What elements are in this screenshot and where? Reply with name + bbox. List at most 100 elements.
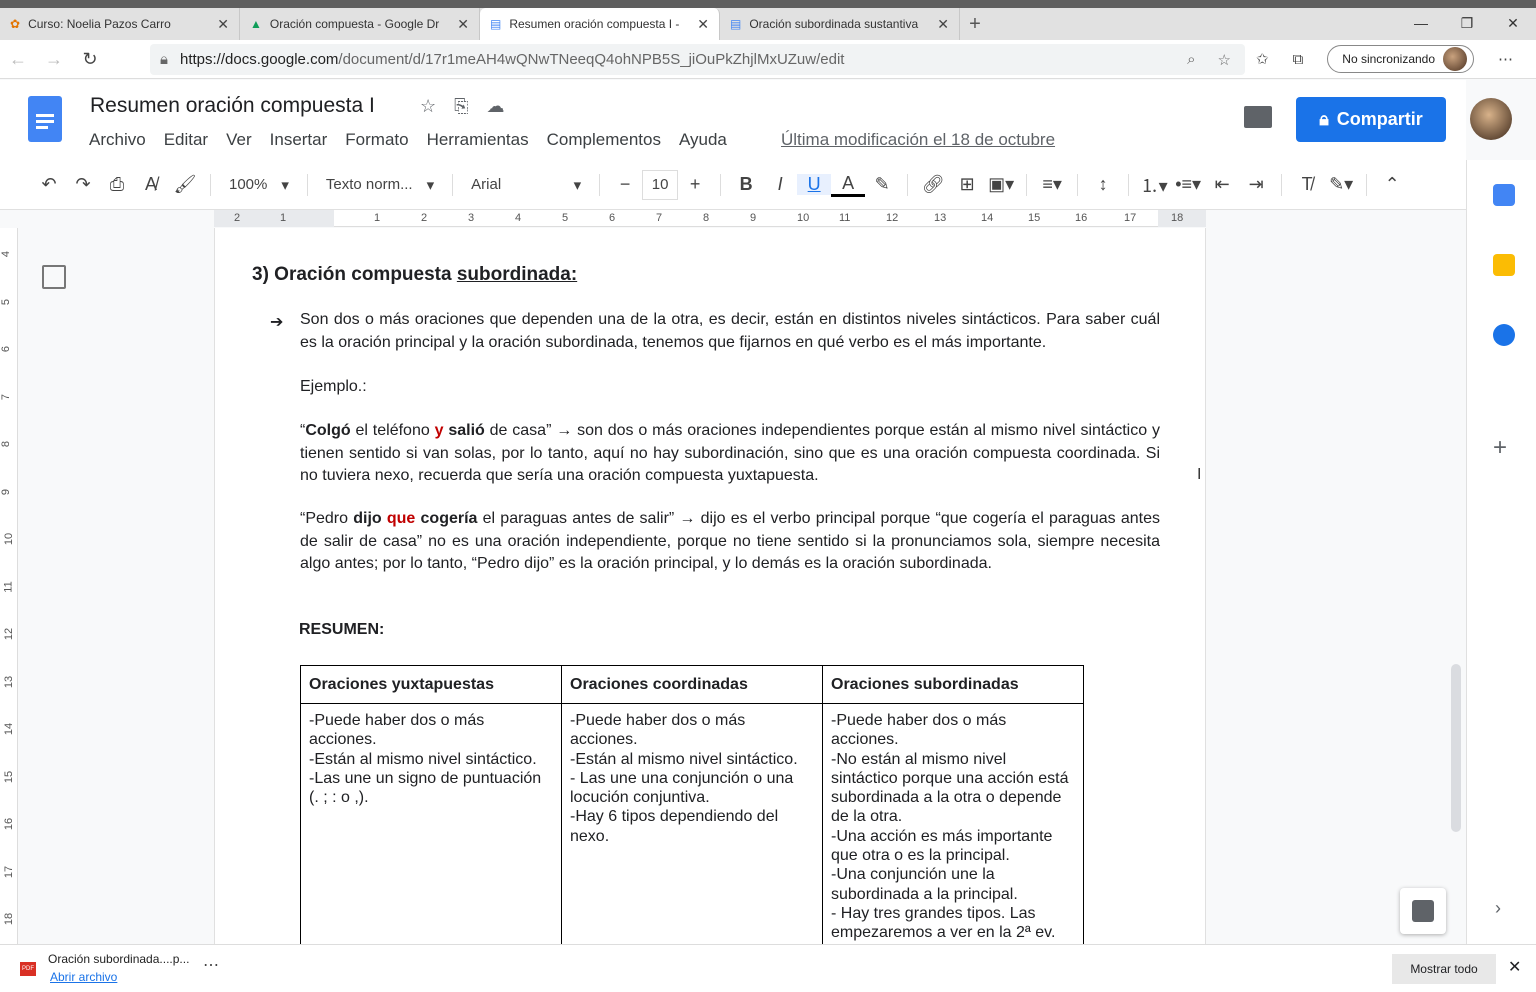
docs-logo-icon[interactable] xyxy=(28,96,62,142)
close-tab-icon[interactable]: ✕ xyxy=(937,16,949,33)
increase-font-icon[interactable]: + xyxy=(678,174,712,195)
zoom-icon[interactable]: ⌕ xyxy=(1187,51,1195,69)
browser-tab[interactable]: ▲ Oración compuesta - Google Dr ✕ xyxy=(240,8,480,40)
align-icon[interactable]: ≡▾ xyxy=(1035,174,1069,195)
editing-mode-icon[interactable]: ✎▾ xyxy=(1324,174,1358,195)
menu-archivo[interactable]: Archivo xyxy=(89,130,146,150)
cloud-saved-icon[interactable]: ☁ xyxy=(487,96,505,117)
spellcheck-icon[interactable]: A̸ xyxy=(134,174,168,195)
browser-tab[interactable]: ✿ Curso: Noelia Pazos Carro ✕ xyxy=(0,8,240,40)
document-page[interactable]: 3) Oración compuesta subordinada: ➔ Son … xyxy=(214,228,1206,944)
close-tab-icon[interactable]: ✕ xyxy=(457,16,469,33)
star-icon[interactable]: ☆ xyxy=(420,96,436,117)
redo-icon[interactable]: ↷ xyxy=(66,174,100,195)
document-outline-icon[interactable] xyxy=(42,265,66,289)
paint-format-icon[interactable]: 🖌︎ xyxy=(168,174,202,195)
window-frame xyxy=(0,0,1536,8)
docs-header: Resumen oración compuesta I ☆ ⎘ ☁ Archivo E… xyxy=(0,80,1512,160)
move-folder-icon[interactable]: ⎘ xyxy=(454,96,468,117)
back-icon[interactable]: ← xyxy=(0,49,36,70)
close-tab-icon[interactable]: ✕ xyxy=(697,16,709,33)
share-button[interactable]: 🔒︎ Compartir xyxy=(1296,97,1446,142)
favorites-icon[interactable]: ✩ xyxy=(1256,50,1269,68)
document-title[interactable]: Resumen oración compuesta I xyxy=(90,94,375,118)
close-tab-icon[interactable]: ✕ xyxy=(217,16,229,33)
show-all-button[interactable]: Mostrar todo xyxy=(1392,954,1496,984)
tasks-icon[interactable] xyxy=(1493,324,1515,346)
collections-icon[interactable]: ⧉ xyxy=(1293,51,1304,68)
explore-button[interactable] xyxy=(1400,888,1446,934)
style-select[interactable]: Texto norm... ▾ xyxy=(316,176,444,194)
scrollbar[interactable] xyxy=(1451,664,1461,832)
menu-insertar[interactable]: Insertar xyxy=(270,130,328,150)
clear-format-icon[interactable]: T̸ xyxy=(1290,174,1324,195)
undo-icon[interactable]: ↶ xyxy=(32,174,66,195)
menu-editar[interactable]: Editar xyxy=(164,130,208,150)
download-filename[interactable]: Oración subordinada....p... xyxy=(48,952,189,966)
browser-tab[interactable]: ▤ Oración subordinada sustantiva ✕ xyxy=(720,8,960,40)
drive-icon: ▲ xyxy=(250,17,262,31)
profile-button[interactable]: No sincronizando xyxy=(1327,45,1475,73)
menu-ver[interactable]: Ver xyxy=(226,130,252,150)
last-modified-link[interactable]: Última modificación el 18 de octubre xyxy=(781,130,1055,150)
comment-icon[interactable]: ⊞ xyxy=(950,174,984,195)
menu-bar: Archivo Editar Ver Insertar Formato Herramien… xyxy=(89,130,727,150)
increase-indent-icon[interactable]: ⇥ xyxy=(1239,174,1273,195)
close-download-bar-icon[interactable]: ✕ xyxy=(1508,957,1521,977)
calendar-icon[interactable] xyxy=(1493,184,1515,206)
ruler-tick-label: 5 xyxy=(0,298,13,305)
menu-formato[interactable]: Formato xyxy=(345,130,408,150)
numbered-list-icon[interactable]: ⒈▾ xyxy=(1137,172,1171,198)
maximize-icon[interactable]: ❐ xyxy=(1444,8,1490,38)
minimize-icon[interactable]: — xyxy=(1398,8,1444,38)
menu-herramientas[interactable]: Herramientas xyxy=(427,130,529,150)
ruler-tick-label: 12 xyxy=(886,212,899,224)
keep-icon[interactable] xyxy=(1493,254,1515,276)
menu-complementos[interactable]: Complementos xyxy=(547,130,661,150)
font-size-input[interactable]: 10 xyxy=(642,169,679,200)
close-window-icon[interactable]: ✕ xyxy=(1490,8,1536,38)
horizontal-ruler[interactable]: 2 1 1 2 3 4 5 6 7 8 9 10 11 12 13 14 15 16 17 18 xyxy=(214,210,1206,227)
download-more-icon[interactable]: ⋯ xyxy=(203,955,219,975)
download-bar: PDF Oración subordinada....p... Abrir ar… xyxy=(0,944,1536,992)
forward-icon[interactable]: → xyxy=(36,49,72,70)
add-addon-icon[interactable]: + xyxy=(1493,434,1507,462)
docs-icon: ▤ xyxy=(730,17,742,31)
ruler-tick-label: 8 xyxy=(0,440,13,448)
new-tab-icon[interactable]: + xyxy=(960,8,990,40)
ruler-tick-label: 13 xyxy=(3,675,16,688)
vertical-ruler[interactable]: 4 5 6 7 8 9 10 11 12 13 14 15 16 17 18 xyxy=(0,228,18,944)
ruler-tick-label: 18 xyxy=(3,912,16,926)
font-select[interactable]: Arial ▾ xyxy=(461,176,591,194)
underline-icon[interactable]: U xyxy=(797,174,832,195)
ruler-tick-label: 16 xyxy=(3,817,16,831)
image-icon[interactable]: ▣▾ xyxy=(984,174,1018,195)
cell-line: -Puede haber dos o más acciones. xyxy=(831,712,1007,749)
decrease-indent-icon[interactable]: ⇤ xyxy=(1205,174,1239,195)
ruler-tick-label: 9 xyxy=(0,488,13,495)
collapse-icon[interactable]: ⌃ xyxy=(1375,174,1409,195)
pdf-file-icon: PDF xyxy=(20,962,36,976)
bold-icon[interactable]: B xyxy=(729,174,763,195)
star-icon[interactable]: ☆ xyxy=(1218,51,1231,69)
text-color-icon[interactable]: A xyxy=(831,173,866,197)
print-icon[interactable]: ⎙ xyxy=(100,174,134,195)
comments-icon[interactable] xyxy=(1244,106,1272,128)
link-icon[interactable]: 🔗︎ xyxy=(916,174,950,195)
browser-tab[interactable]: ▤ Resumen oración compuesta I - ✕ xyxy=(480,8,720,40)
italic-icon[interactable]: I xyxy=(763,174,797,195)
zoom-select[interactable]: 100% ▾ xyxy=(219,176,299,194)
sync-label: No sincronizando xyxy=(1342,52,1436,66)
open-file-link[interactable]: Abrir archivo xyxy=(50,970,117,984)
highlight-icon[interactable]: ✎ xyxy=(865,174,899,195)
line-spacing-icon[interactable]: ↕ xyxy=(1086,174,1120,195)
menu-ayuda[interactable]: Ayuda xyxy=(679,130,727,150)
decrease-font-icon[interactable]: − xyxy=(608,174,642,195)
reload-icon[interactable]: ↻ xyxy=(72,49,108,70)
bulleted-list-icon[interactable]: •≡▾ xyxy=(1171,174,1205,195)
expand-panel-icon[interactable]: › xyxy=(1495,898,1501,919)
url-bar[interactable]: 🔒︎ https://docs.google.com/document/d/17… xyxy=(150,44,1245,75)
more-icon[interactable]: ⋯ xyxy=(1498,50,1513,68)
user-avatar[interactable] xyxy=(1470,98,1512,140)
share-label: Compartir xyxy=(1336,109,1423,129)
